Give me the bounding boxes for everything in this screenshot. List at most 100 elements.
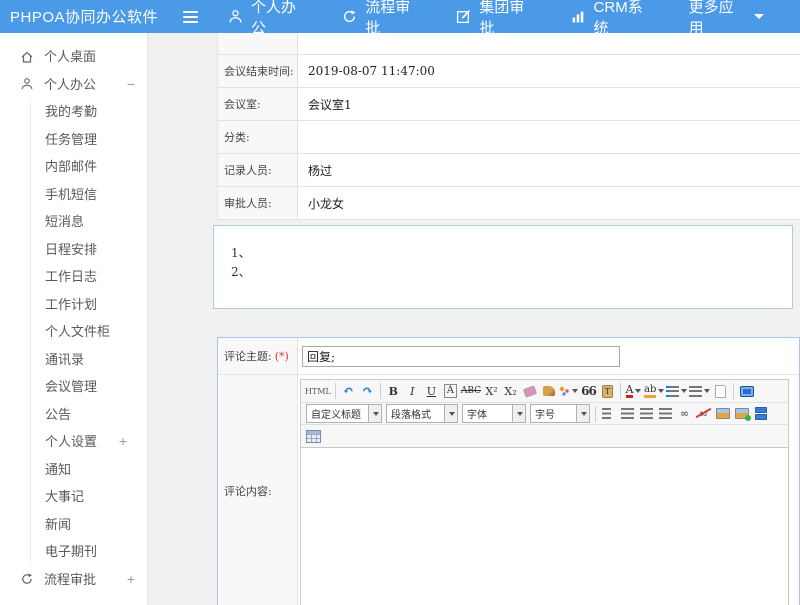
ordered-list-button[interactable] <box>666 382 687 400</box>
meeting-content-textarea[interactable]: 1、 2、 <box>213 225 793 309</box>
paste-button[interactable]: T <box>599 382 616 400</box>
link-button[interactable]: ∞ <box>676 405 693 423</box>
nav-more-apps[interactable]: 更多应用 <box>689 0 764 38</box>
field-value: 2019-08-07 11:47:00 <box>298 55 800 87</box>
font-size-select[interactable]: 字号 <box>530 404 590 423</box>
top-navigation-bar: PHPOA协同办公软件 个人办公 流程审批 集团审批 CRM系统 更多应用 <box>0 0 800 33</box>
ordered-list-icon <box>666 386 679 397</box>
image-button[interactable] <box>714 405 731 423</box>
field-value: 杨过 <box>298 154 800 186</box>
field-label: 审批人员: <box>218 187 298 219</box>
expand-icon[interactable]: + <box>127 566 135 594</box>
wand-icon <box>559 386 570 397</box>
nav-crm-system[interactable]: CRM系统 <box>571 0 653 38</box>
sidebar-item-work-plan[interactable]: 工作计划 <box>31 291 147 319</box>
new-document-button[interactable] <box>712 382 729 400</box>
nav-label: CRM系统 <box>594 0 653 38</box>
align-left-button[interactable] <box>600 405 617 423</box>
eraser-button[interactable] <box>521 382 538 400</box>
sidebar-item-address-book[interactable]: 通讯录 <box>31 346 147 374</box>
comment-form: 评论主题: (*) 评论内容: HTML ↶ ↷ <box>217 337 800 605</box>
table-icon <box>306 430 321 443</box>
caret-down-icon <box>754 14 764 19</box>
insert-table-button[interactable] <box>305 427 322 445</box>
strikethrough-button[interactable]: ABC <box>461 382 481 400</box>
sidebar-item-announcement[interactable]: 公告 <box>31 401 147 429</box>
sidebar-item-notification[interactable]: 通知 <box>31 456 147 484</box>
html-source-button[interactable]: HTML <box>305 382 331 400</box>
align-right-button[interactable] <box>638 405 655 423</box>
nav-label: 集团审批 <box>479 0 534 38</box>
nav-group-approval[interactable]: 集团审批 <box>456 0 534 38</box>
fullscreen-button[interactable] <box>738 382 755 400</box>
font-color-button[interactable]: A <box>625 382 642 400</box>
redo-button[interactable]: ↷ <box>359 382 376 400</box>
blockquote-button[interactable]: 66 <box>580 382 597 400</box>
insert-image-button[interactable] <box>733 405 750 423</box>
heading-select[interactable]: 自定义标题 <box>306 404 382 423</box>
caret-down-icon <box>681 389 687 393</box>
document-icon <box>715 385 726 398</box>
field-label: 分类: <box>218 121 298 153</box>
format-brush-button[interactable] <box>540 382 557 400</box>
editor-toolbar-row-3 <box>301 425 788 448</box>
collapse-icon[interactable]: − <box>127 71 135 99</box>
unlink-button[interactable]: ∞ <box>695 405 712 423</box>
nav-personal-office[interactable]: 个人办公 <box>228 0 306 38</box>
unordered-list-button[interactable] <box>689 382 710 400</box>
field-value <box>298 121 800 153</box>
editor-toolbar-row-2: 自定义标题 段落格式 字体 字号 ∞ ∞ <box>301 403 788 425</box>
expand-icon[interactable]: + <box>119 428 127 456</box>
justify-icon <box>659 408 672 419</box>
sidebar-item-memorabilia[interactable]: 大事记 <box>31 483 147 511</box>
sidebar-item-personal-settings[interactable]: 个人设置+ <box>31 428 147 456</box>
font-style-button[interactable]: A <box>444 384 457 398</box>
eraser-icon <box>522 385 536 398</box>
image-add-icon <box>735 408 749 419</box>
font-family-select[interactable]: 字体 <box>462 404 526 423</box>
superscript-button[interactable]: X² <box>483 382 500 400</box>
comment-content-row: 评论内容: HTML ↶ ↷ B I U A ABC <box>218 375 799 605</box>
align-center-button[interactable] <box>619 405 636 423</box>
sidebar-item-task-management[interactable]: 任务管理 <box>31 126 147 154</box>
nav-workflow-approval[interactable]: 流程审批 <box>342 0 420 38</box>
caret-down-icon <box>704 389 710 393</box>
magic-wand-button[interactable] <box>559 382 578 400</box>
subscript-button[interactable]: X₂ <box>502 382 519 400</box>
justify-button[interactable] <box>657 405 674 423</box>
sidebar-item-mobile-sms[interactable]: 手机短信 <box>31 181 147 209</box>
table-row-meeting-room: 会议室: 会议室1 <box>218 88 800 121</box>
flow-icon <box>342 9 357 24</box>
sidebar-item-workflow-approval[interactable]: 流程审批 + <box>0 566 147 594</box>
caret-down-icon <box>572 389 578 393</box>
sidebar-item-work-log[interactable]: 工作日志 <box>31 263 147 291</box>
underline-button[interactable]: U <box>423 382 440 400</box>
sidebar-item-personal-file-cabinet[interactable]: 个人文件柜 <box>31 318 147 346</box>
paste-icon: T <box>602 385 613 398</box>
sidebar-item-internal-mail[interactable]: 内部邮件 <box>31 153 147 181</box>
caret-down-icon <box>658 389 664 393</box>
page-break-button[interactable] <box>752 405 769 423</box>
sidebar-item-e-journal[interactable]: 电子期刊 <box>31 538 147 566</box>
sidebar: 个人桌面 个人办公 − 我的考勤 任务管理 内部邮件 手机短信 短消息 日程安排… <box>0 33 148 605</box>
field-label: 会议结束时间: <box>218 55 298 87</box>
sidebar-item-my-attendance[interactable]: 我的考勤 <box>31 98 147 126</box>
menu-icon[interactable] <box>183 11 198 23</box>
nav-label: 流程审批 <box>365 0 420 38</box>
align-right-icon <box>640 408 653 419</box>
sidebar-item-schedule[interactable]: 日程安排 <box>31 236 147 264</box>
undo-button[interactable]: ↶ <box>340 382 357 400</box>
italic-button[interactable]: I <box>404 382 421 400</box>
comment-subject-input[interactable] <box>302 346 620 367</box>
highlight-color-button[interactable]: ab <box>644 382 664 400</box>
sidebar-item-meeting-management[interactable]: 会议管理 <box>31 373 147 401</box>
sidebar-item-personal-office[interactable]: 个人办公 − <box>0 71 147 99</box>
sidebar-item-personal-desktop[interactable]: 个人桌面 <box>0 43 147 71</box>
table-row-approver: 审批人员: 小龙女 <box>218 187 800 220</box>
editor-content-area[interactable] <box>301 448 788 605</box>
paragraph-format-select[interactable]: 段落格式 <box>386 404 458 423</box>
sidebar-item-news[interactable]: 新闻 <box>31 511 147 539</box>
sidebar-item-short-message[interactable]: 短消息 <box>31 208 147 236</box>
content-line: 1、 <box>231 244 792 263</box>
bold-button[interactable]: B <box>385 382 402 400</box>
